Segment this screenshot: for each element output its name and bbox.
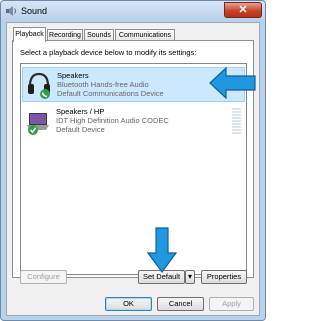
laptop-speaker-icon — [27, 113, 49, 135]
configure-button[interactable]: Configure — [20, 270, 67, 284]
device-name: Speakers / HP — [56, 107, 105, 116]
close-button[interactable]: ✕ — [224, 2, 262, 18]
instruction-text: Select a playback device below to modify… — [20, 48, 197, 57]
set-default-dropdown-button[interactable]: ▾ — [185, 270, 195, 284]
down-arrow-icon — [147, 227, 177, 273]
tab-playback[interactable]: Playback — [13, 27, 46, 42]
sound-dialog: Sound ✕ Playback Recording Sounds Commun… — [0, 0, 266, 321]
speaker-icon — [6, 6, 16, 16]
apply-button[interactable]: Apply — [209, 297, 254, 311]
checkmark-badge-icon — [28, 125, 38, 135]
device-item-speakers-hp[interactable]: Speakers / HP IDT High Definition Audio … — [22, 104, 245, 139]
volume-level-meter — [232, 108, 241, 135]
ok-button[interactable]: OK — [105, 297, 152, 311]
phone-badge-icon — [40, 89, 50, 99]
device-status: Default Device — [56, 125, 105, 134]
device-status: Default Communications Device — [57, 89, 164, 98]
headset-icon — [28, 72, 50, 99]
device-description: IDT High Definition Audio CODEC — [56, 116, 169, 125]
left-arrow-icon — [209, 67, 256, 99]
title-bar[interactable]: Sound ✕ — [1, 1, 265, 22]
cancel-button[interactable]: Cancel — [157, 297, 204, 311]
device-name: Speakers — [57, 71, 89, 80]
window-title: Sound — [21, 6, 48, 16]
device-description: Bluetooth Hands-free Audio — [57, 80, 149, 89]
properties-button[interactable]: Properties — [201, 270, 247, 284]
